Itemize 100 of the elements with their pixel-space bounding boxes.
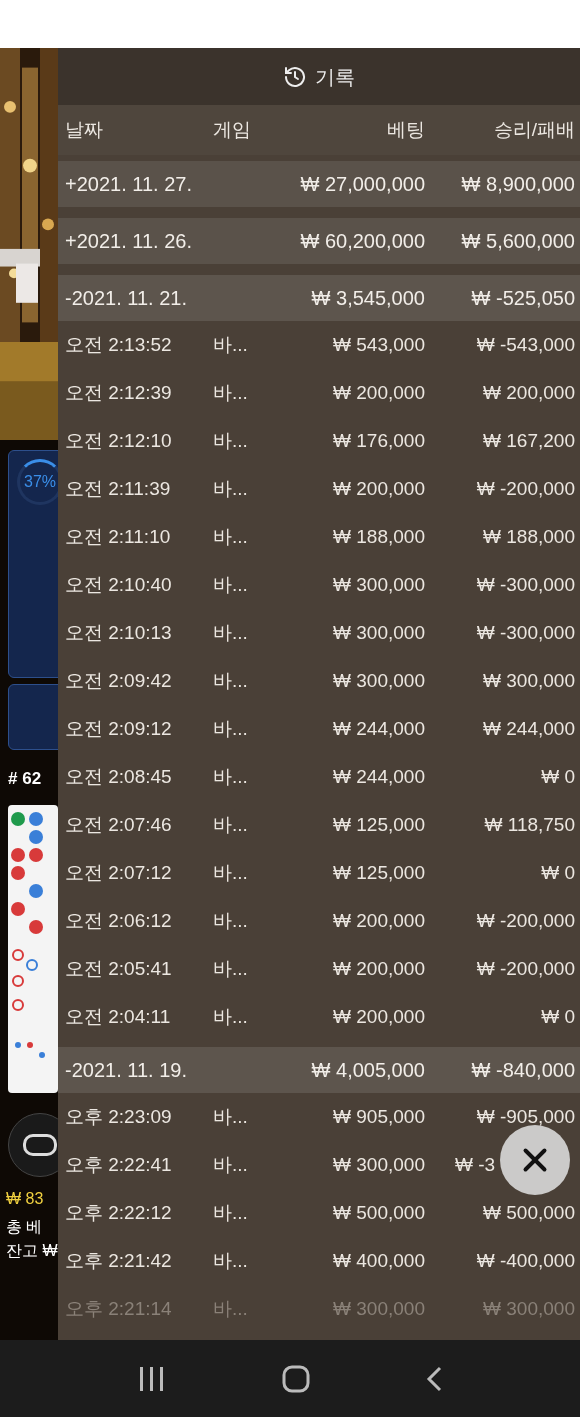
bet-total: ₩ 60,200,000 xyxy=(299,229,425,254)
bet-total: ₩ 4,005,000 xyxy=(310,1058,425,1083)
result-cell-text: ₩ -300,000 xyxy=(475,572,575,597)
time-cell-text: 오후 2:21:42 xyxy=(65,1248,173,1273)
date-row[interactable]: +2021. 11. 26. ₩ 60,200,000 ₩ 5,600,000 xyxy=(58,218,580,264)
bet-total: ₩ 27,000,000 xyxy=(299,172,425,197)
bet-cell-text: ₩ 400,000 xyxy=(332,1248,425,1273)
recent-apps-icon[interactable] xyxy=(138,1365,166,1392)
total-bet-label: 총 베 xyxy=(6,1217,44,1238)
game-cell-text: 바... xyxy=(213,1152,249,1177)
time-cell-text: 오전 2:11:39 xyxy=(65,476,172,501)
result-cell-text: ₩ 167,200 xyxy=(482,428,575,453)
game-cell-text: 바... xyxy=(213,1004,249,1029)
game-cell-text: 바... xyxy=(213,860,249,885)
bet-cell-text: ₩ 200,000 xyxy=(332,956,425,981)
result-cell-text: ₩ -200,000 xyxy=(475,476,575,501)
game-cell-text: 바... xyxy=(213,908,249,933)
game-cell-text: 바... xyxy=(213,524,249,549)
result-cell-text: ₩ -905,000 xyxy=(475,1104,575,1129)
game-cell-text: 바... xyxy=(213,476,249,501)
back-icon[interactable] xyxy=(426,1365,442,1392)
result-cell-text: ₩ 244,000 xyxy=(482,716,575,741)
bet-cell-text: ₩ 500,000 xyxy=(332,1200,425,1225)
result-total: ₩ -840,000 xyxy=(470,1058,575,1083)
game-cell-text: 바... xyxy=(213,380,249,405)
game-cell-text: 바... xyxy=(213,1248,249,1273)
time-cell-text: 오후 2:22:12 xyxy=(65,1200,173,1225)
game-cell-text: 바... xyxy=(213,764,249,789)
time-cell-text: 오전 2:07:46 xyxy=(65,812,173,837)
date-cell-text: -2021. 11. 19. xyxy=(65,1058,188,1083)
game-cell-text: 바... xyxy=(213,428,249,453)
bet-cell-text: ₩ 300,000 xyxy=(332,668,425,693)
round-number: # 62 xyxy=(8,768,43,790)
balance-label: 잔고 ₩ xyxy=(6,1241,58,1262)
bet-cell-text: ₩ 300,000 xyxy=(332,572,425,597)
time-cell-text: 오전 2:04:11 xyxy=(65,1004,172,1029)
result-total: ₩ -525,050 xyxy=(470,286,575,311)
bet-cell-text: ₩ 200,000 xyxy=(332,1004,425,1029)
date-cell-text: +2021. 11. 27. xyxy=(65,172,193,197)
bet-cell-text: ₩ 125,000 xyxy=(332,860,425,885)
result-total: ₩ 8,900,000 xyxy=(460,172,575,197)
result-cell-text: ₩ 0 xyxy=(540,1004,575,1029)
result-cell-text: ₩ 118,750 xyxy=(483,812,575,837)
time-cell-text: 오전 2:09:42 xyxy=(65,668,173,693)
result-cell-text: ₩ 188,000 xyxy=(482,524,575,549)
result-cell-text: ₩ 300,000 xyxy=(482,668,575,693)
result-total: ₩ 5,600,000 xyxy=(460,229,575,254)
game-cell-text: 바... xyxy=(213,1104,249,1129)
column-header: 날짜 xyxy=(65,117,104,142)
date-cell-text: +2021. 11. 26. xyxy=(65,229,193,254)
time-cell-text: 오전 2:12:10 xyxy=(65,428,173,453)
chip-icon[interactable] xyxy=(8,1113,58,1178)
result-cell-text: ₩ -400,000 xyxy=(475,1248,575,1273)
result-cell-text: ₩ 0 xyxy=(540,764,575,789)
column-header: 게임 xyxy=(213,117,252,142)
bet-cell-text: ₩ 543,000 xyxy=(332,332,425,357)
result-cell-text: ₩ -543,000 xyxy=(475,332,575,357)
time-cell-text: 오전 2:10:40 xyxy=(65,572,173,597)
time-cell-text: 오전 2:12:39 xyxy=(65,380,173,405)
result-cell-text: ₩ 300,000 xyxy=(482,1296,575,1321)
bet-cell-text: ₩ 300,000 xyxy=(332,1296,425,1321)
progress-text: 37% xyxy=(24,472,56,492)
panel-title: 기록 xyxy=(315,64,355,90)
game-cell-text: 바... xyxy=(213,956,249,981)
bet-cell-text: ₩ 905,000 xyxy=(332,1104,425,1129)
time-cell-text: 오전 2:11:10 xyxy=(65,524,172,549)
bet-cell-text: ₩ 244,000 xyxy=(332,716,425,741)
game-cell-text: 바... xyxy=(213,572,249,597)
bet-cell-text: ₩ 200,000 xyxy=(332,380,425,405)
bet-total: ₩ 3,545,000 xyxy=(310,286,425,311)
result-cell-text: ₩ -300,000 xyxy=(475,620,575,645)
date-row[interactable]: -2021. 11. 21. ₩ 3,545,000 ₩ -525,050 xyxy=(58,275,580,321)
game-cell-text: 바... xyxy=(213,668,249,693)
time-cell-text: 오전 2:13:52 xyxy=(65,332,173,357)
home-icon[interactable] xyxy=(282,1364,310,1393)
game-cell-text: 바... xyxy=(213,1296,249,1321)
bet-cell-text: ₩ 200,000 xyxy=(332,476,425,501)
game-cell-text: 바... xyxy=(213,1200,249,1225)
bet-cell-text: ₩ 176,000 xyxy=(332,428,425,453)
time-cell-text: 오전 2:06:12 xyxy=(65,908,173,933)
time-cell-text: 오후 2:23:09 xyxy=(65,1104,173,1129)
game-cell-text: 바... xyxy=(213,620,249,645)
result-cell: ₩ -3 xyxy=(455,1153,496,1175)
column-header: 승리/패배 xyxy=(492,117,575,142)
bet-cell-text: ₩ 188,000 xyxy=(332,524,425,549)
date-cell-text: -2021. 11. 21. xyxy=(65,286,188,311)
bet-cell-text: ₩ 300,000 xyxy=(332,620,425,645)
game-cell-text: 바... xyxy=(213,812,249,837)
game-cell-text: 바... xyxy=(213,716,249,741)
time-cell-text: 오전 2:09:12 xyxy=(65,716,173,741)
date-row[interactable]: -2021. 11. 19. ₩ 4,005,000 ₩ -840,000 xyxy=(58,1047,580,1093)
time-cell-text: 오전 2:05:41 xyxy=(65,956,173,981)
time-cell-text: 오전 2:10:13 xyxy=(65,620,173,645)
bet-cell-text: ₩ 244,000 xyxy=(332,764,425,789)
time-cell-text: 오전 2:08:45 xyxy=(65,764,173,789)
time-cell-text: 오후 2:21:14 xyxy=(65,1296,173,1321)
time-cell-text: 오후 2:22:41 xyxy=(65,1152,173,1177)
result-cell-text: ₩ -200,000 xyxy=(475,956,575,981)
result-cell-text: ₩ 0 xyxy=(540,860,575,885)
date-row[interactable]: +2021. 11. 27. ₩ 27,000,000 ₩ 8,900,000 xyxy=(58,161,580,207)
